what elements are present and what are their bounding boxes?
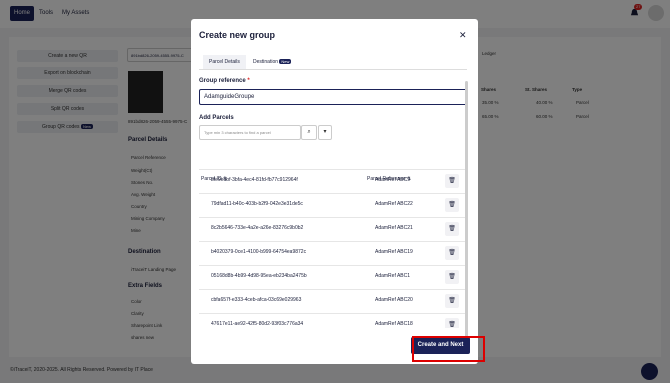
filter-icon[interactable]: ▾ (318, 125, 332, 140)
table-row: 47617e11-ae92-42f5-80d2-93f03c776a34 Adam… (199, 313, 467, 328)
parcel-id: 79dfad11-b40c-403b-b2f9-042e3e31de5c (211, 201, 303, 207)
add-parcels-label: Add Parcels (199, 115, 234, 121)
parcel-id: 8c2b5646-733e-4a2e-a26e-83276c9b0b2 (211, 225, 304, 231)
trash-icon[interactable]: 🗑 (445, 174, 459, 188)
trash-icon[interactable]: 🗑 (445, 198, 459, 212)
group-ref-input[interactable]: AdamguideGroupe (199, 89, 467, 105)
trash-icon[interactable]: 🗑 (445, 222, 459, 236)
parcel-ref: AdamRef ABC22 (375, 201, 413, 207)
parcel-id: bfe9edbf-3bfa-4ec4-81fd-fb77c912964f (211, 177, 298, 183)
modal-tabs: Parcel Details Destination New (199, 55, 467, 70)
table-row: 05168d8b-4b99-4d98-95ea-eb234ba2475b Adam… (199, 265, 467, 290)
tab-parcel-details[interactable]: Parcel Details (203, 55, 246, 69)
parcel-id: cbfa657f-e333-4ceb-afca-03c69e029963 (211, 297, 302, 303)
parcel-id: 47617e11-ae92-42f5-80d2-93f03c776a34 (211, 321, 304, 327)
parcel-search-input[interactable]: Type min 3 characters to find a parcel (199, 125, 301, 140)
new-badge: New (279, 59, 292, 64)
scrollbar[interactable] (465, 81, 468, 337)
trash-icon[interactable]: 🗑 (445, 294, 459, 308)
create-group-modal: Create new group ✕ Parcel Details Destin… (191, 19, 478, 364)
trash-icon[interactable]: 🗑 (445, 270, 459, 284)
tab-destination-label: Destination (253, 59, 279, 65)
parcel-ref: AdamRef ABC9 (375, 177, 411, 183)
parcel-ref: AdamRef ABC1 (375, 273, 411, 279)
close-icon[interactable]: ✕ (459, 30, 467, 41)
modal-title: Create new group (199, 30, 276, 40)
highlight-box (412, 336, 485, 362)
table-row: 8c2b5646-733e-4a2e-a26e-83276c9b0b2 AdamR… (199, 217, 467, 242)
required-mark: * (247, 78, 250, 84)
table-row: cbfa657f-e333-4ceb-afca-03c69e029963 Adam… (199, 289, 467, 314)
trash-icon[interactable]: 🗑 (445, 246, 459, 260)
table-row: b4020379-0ce1-4100-b999-64754ea9872c Adam… (199, 241, 467, 266)
parcel-ref: AdamRef ABC18 (375, 321, 413, 327)
trash-icon[interactable]: 🗑 (445, 318, 459, 328)
table-row: 79dfad11-b40c-403b-b2f9-042e3e31de5c Adam… (199, 193, 467, 218)
search-icon[interactable]: ⌕ (301, 125, 317, 140)
group-ref-text: Group reference (199, 78, 246, 84)
parcel-ref: AdamRef ABC21 (375, 225, 413, 231)
parcel-id: b4020379-0ce1-4100-b999-64754ea9872c (211, 249, 307, 255)
tab-destination[interactable]: Destination New (247, 55, 297, 69)
group-ref-label: Group reference * (199, 78, 250, 84)
table-row: bfe9edbf-3bfa-4ec4-81fd-fb77c912964f Adam… (199, 169, 467, 194)
parcel-ref: AdamRef ABC20 (375, 297, 413, 303)
parcel-ref: AdamRef ABC19 (375, 249, 413, 255)
parcel-id: 05168d8b-4b99-4d98-95ea-eb234ba2475b (211, 273, 307, 279)
